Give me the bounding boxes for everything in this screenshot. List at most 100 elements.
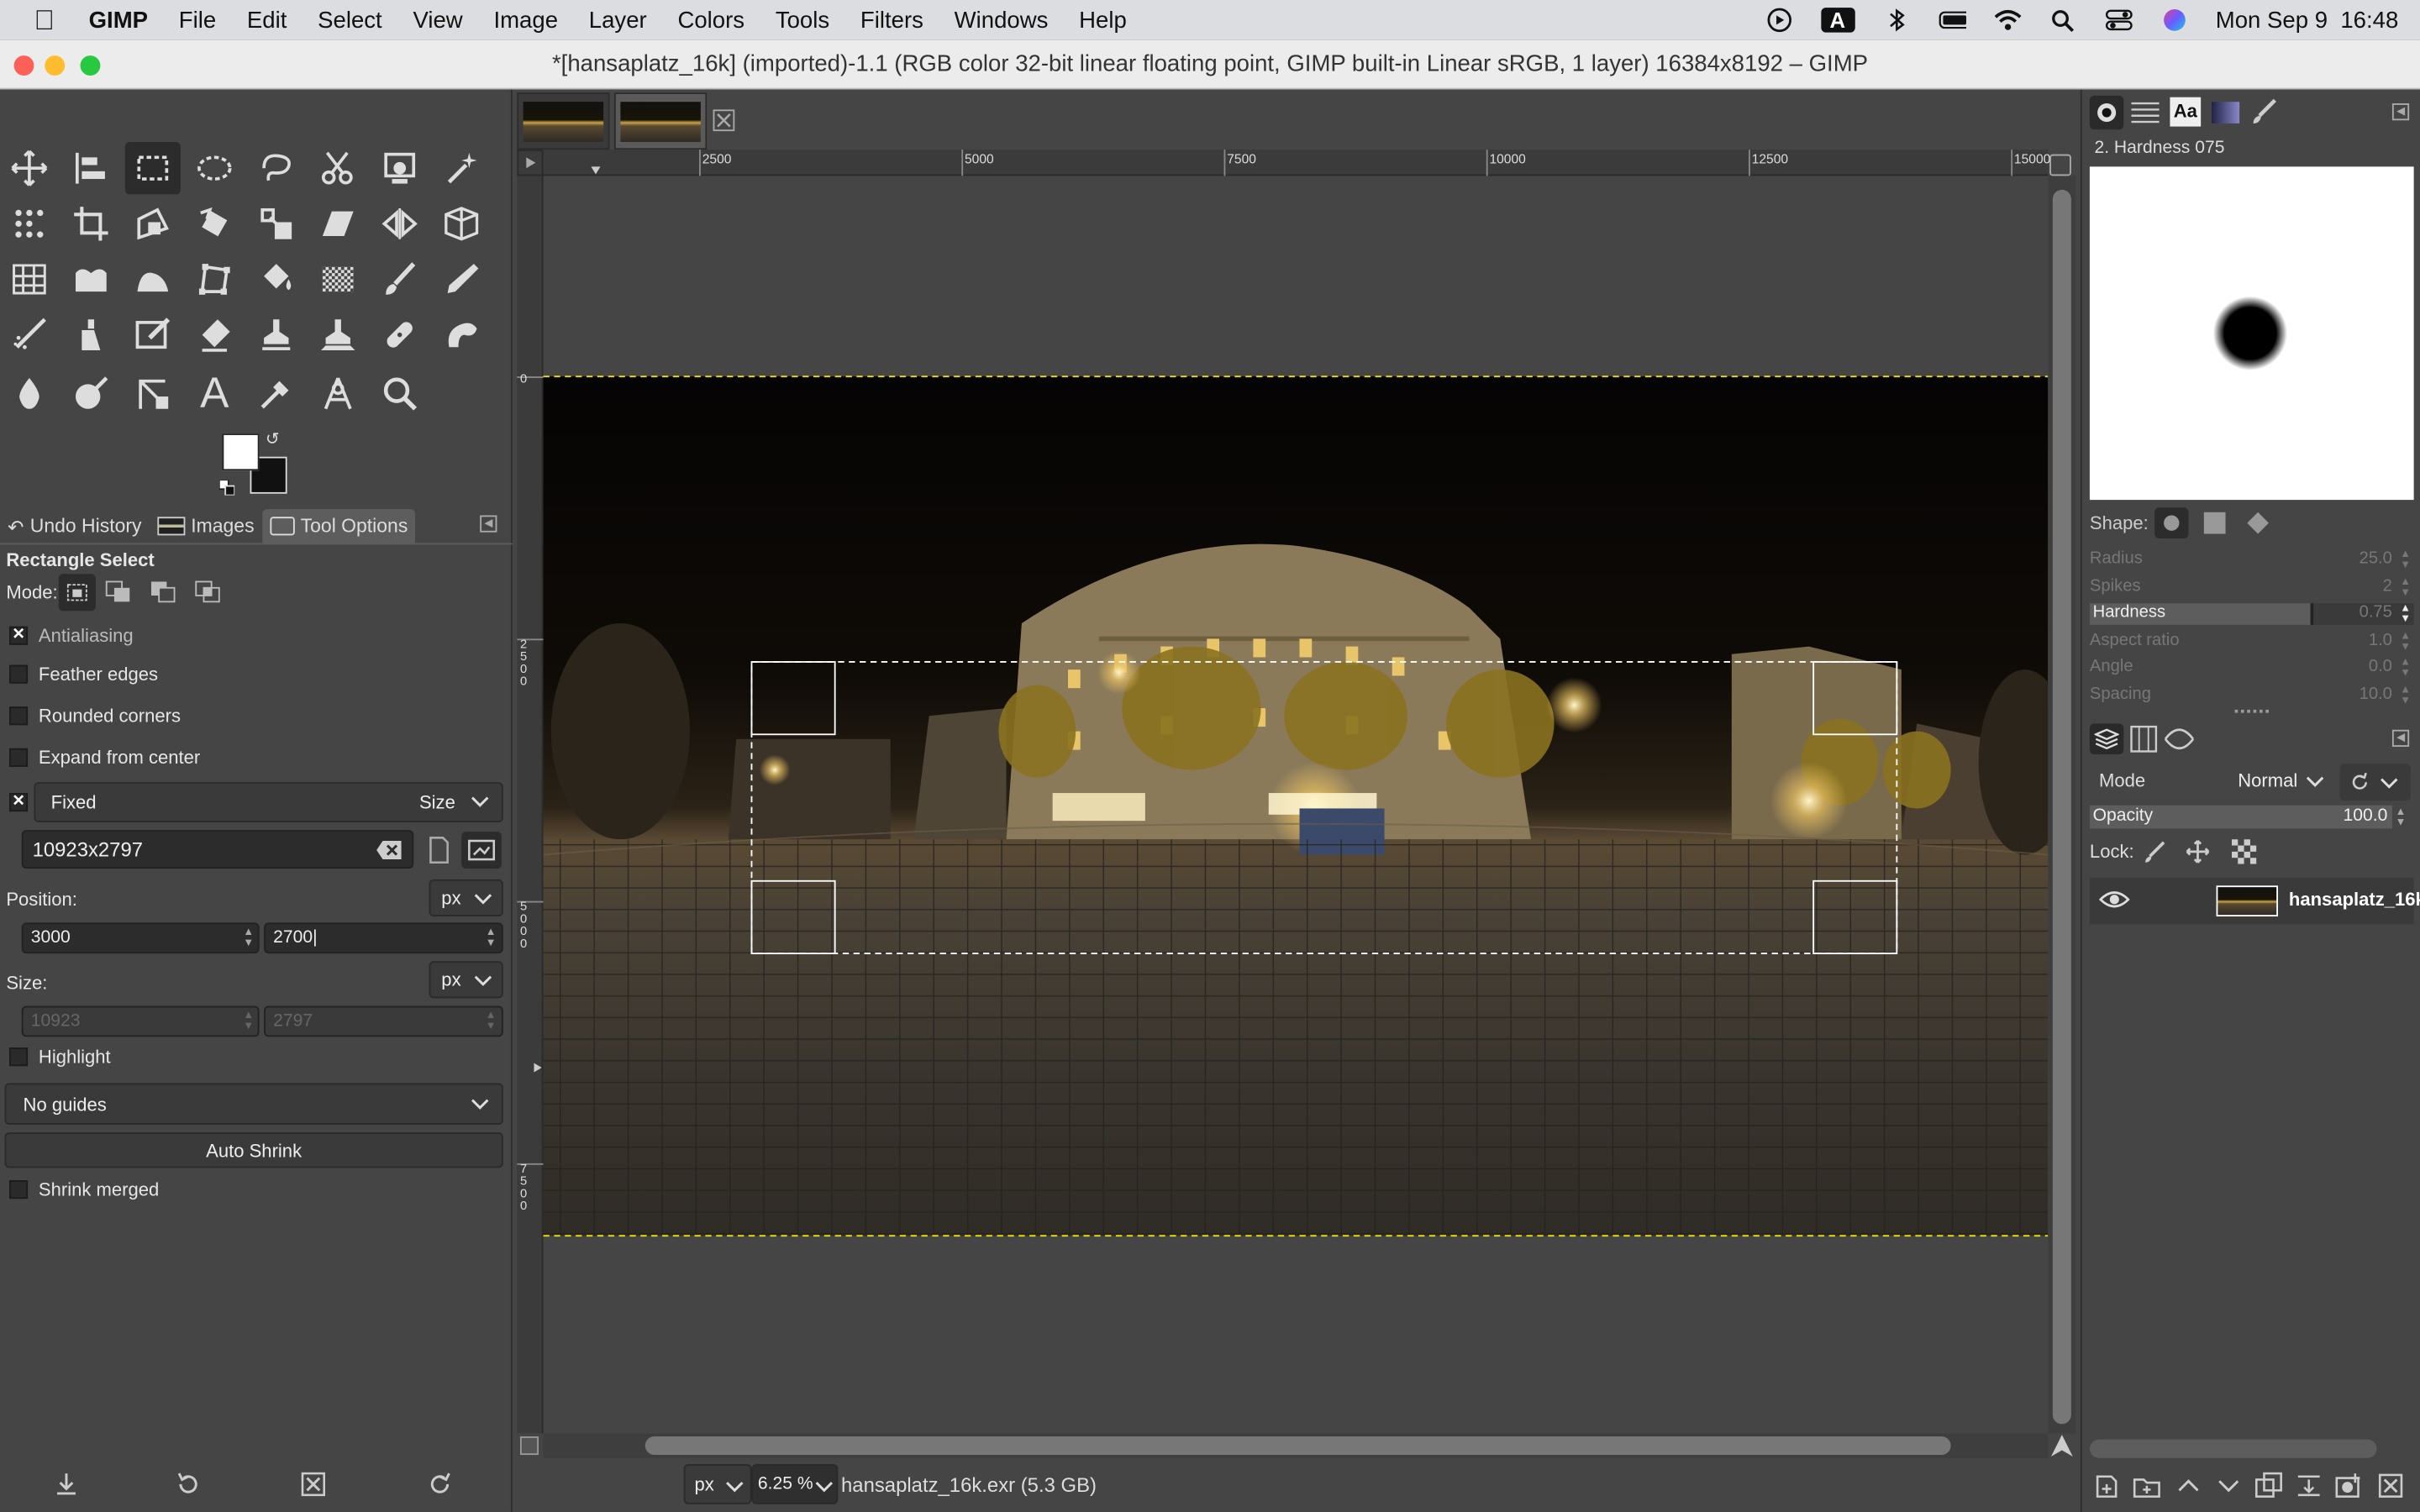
gradient-tool-icon[interactable] <box>310 253 366 305</box>
image-tab-1[interactable] <box>517 92 610 150</box>
heal-tool-icon[interactable] <box>372 308 428 360</box>
rounded-corners-checkbox[interactable] <box>9 706 29 726</box>
delete-tool-preset-icon[interactable] <box>299 1470 327 1498</box>
apple-icon[interactable]:  <box>0 4 73 37</box>
brush-hardness-slider[interactable]: Hardness 0.75 ▲ ▼ <box>2089 603 2414 625</box>
default-colors-icon[interactable] <box>218 475 236 496</box>
menu-edit[interactable]: Edit <box>232 7 302 33</box>
smudge-tool-icon[interactable] <box>434 308 489 360</box>
brush-radius-slider[interactable]: Radius 25.0 ▲ ▼ <box>2090 549 2414 571</box>
vertical-scrollbar-thumb[interactable] <box>2052 189 2071 1425</box>
horizontal-scrollbar-thumb[interactable] <box>644 1436 1951 1456</box>
guides-combo[interactable]: No guides <box>4 1083 503 1125</box>
scale-tool-icon[interactable] <box>249 197 304 249</box>
channels-tab[interactable] <box>2130 725 2158 753</box>
gegl-operation-tool-icon[interactable] <box>310 367 366 419</box>
eraser-tool-icon[interactable] <box>187 308 242 360</box>
brush-spikes-slider[interactable]: Spikes 2 ▲ ▼ <box>2090 577 2414 599</box>
highlight-checkbox[interactable] <box>9 1047 29 1067</box>
position-x-spin-icon[interactable]: ▲ ▼ <box>239 927 258 949</box>
visibility-eye-icon[interactable] <box>2098 887 2130 920</box>
expand-from-center-checkbox[interactable] <box>9 748 29 767</box>
layer-mode-combo[interactable]: Normal <box>2090 762 2333 799</box>
new-layer-icon[interactable] <box>2093 1472 2121 1499</box>
paint-dynamics-tab[interactable] <box>2250 97 2278 125</box>
swap-colors-icon[interactable]: ↺ <box>266 429 280 449</box>
merge-layer-icon[interactable] <box>2295 1472 2323 1499</box>
ruler-corner[interactable] <box>517 150 544 176</box>
menu-tools[interactable]: Tools <box>760 7 844 33</box>
color-picker-tool-icon[interactable] <box>249 367 304 419</box>
flip-tool-icon[interactable] <box>372 197 428 249</box>
reset-tool-options-icon[interactable] <box>426 1470 454 1498</box>
vertical-scrollbar[interactable] <box>2048 176 2076 1434</box>
horizontal-scrollbar[interactable] <box>543 1433 2049 1458</box>
lower-layer-icon[interactable] <box>2215 1472 2243 1499</box>
portrait-landscape-icon[interactable] <box>424 837 452 864</box>
mode-replace-button[interactable] <box>58 574 96 612</box>
battery-icon[interactable] <box>1938 8 1966 32</box>
layers-tab[interactable] <box>2089 723 2124 755</box>
cage-transform-tool-icon[interactable] <box>2 253 57 305</box>
use-current-selection-icon[interactable] <box>461 831 502 869</box>
position-x-input[interactable]: 3000 <box>21 922 260 954</box>
layer-name[interactable]: hansaplatz_16k <box>2289 889 2420 911</box>
quick-mask-icon[interactable] <box>519 1436 539 1456</box>
brush-angle-slider[interactable]: Angle 0.0 ▲ ▼ <box>2090 657 2414 679</box>
move-tool-icon[interactable] <box>2 142 57 194</box>
dock-menu-icon[interactable]: ◀ <box>2391 729 2410 747</box>
panel-resize-handle[interactable] <box>2234 709 2269 716</box>
navigate-icon[interactable] <box>2049 154 2071 176</box>
tab-tool-options[interactable]: Tool Options <box>261 509 416 543</box>
minimize-window-button[interactable] <box>45 55 66 76</box>
screen-recording-icon[interactable] <box>1765 8 1792 33</box>
image-canvas[interactable] <box>543 176 2049 1434</box>
fixed-size-input[interactable]: 10923x2797 <box>21 830 414 869</box>
tab-undo-history[interactable]: ↶ Undo History <box>0 509 150 543</box>
select-by-color-tool-icon[interactable] <box>2 197 57 249</box>
zoom-window-button[interactable] <box>80 55 101 76</box>
lock-position-icon[interactable] <box>2186 839 2210 864</box>
brush-spacing-slider[interactable]: Spacing 10.0 ▲ ▼ <box>2090 685 2414 707</box>
foreground-color-swatch[interactable] <box>222 433 260 471</box>
menu-help[interactable]: Help <box>1064 7 1142 33</box>
position-y-spin-icon[interactable]: ▲ ▼ <box>481 927 500 949</box>
menu-app-gimp[interactable]: GIMP <box>73 7 163 33</box>
siri-icon[interactable] <box>2160 8 2188 32</box>
fonts-tab[interactable]: Aa <box>2170 97 2202 127</box>
layer-chain-toggle[interactable] <box>2145 885 2207 916</box>
close-image-tab-icon[interactable] <box>713 109 735 132</box>
handle-transform-tool-icon[interactable] <box>125 253 181 305</box>
zoom-to-fit-icon[interactable] <box>2049 1433 2074 1457</box>
mode-subtract-button[interactable] <box>150 580 177 605</box>
align-tool-icon[interactable] <box>63 142 118 194</box>
crop-tool-icon[interactable] <box>63 197 118 249</box>
menu-filters[interactable]: Filters <box>845 7 939 33</box>
paintbrush-tool-icon[interactable] <box>372 253 428 305</box>
fixed-mode-combo[interactable]: Fixed Size <box>34 782 503 822</box>
airbrush-tool-icon[interactable] <box>2 308 57 360</box>
menubar-clock[interactable]: Mon Sep 9 16:48 <box>2216 7 2399 33</box>
status-unit-combo[interactable]: px <box>683 1464 752 1504</box>
fixed-checkbox[interactable]: ✕ <box>9 793 29 812</box>
menu-image[interactable]: Image <box>478 7 573 33</box>
scissors-select-tool-icon[interactable] <box>310 142 366 194</box>
delete-layer-icon[interactable] <box>2377 1472 2405 1499</box>
menu-colors[interactable]: Colors <box>662 7 760 33</box>
dock-menu-icon[interactable]: ◀ <box>2391 103 2410 121</box>
lock-alpha-icon[interactable] <box>2231 839 2257 864</box>
mode-add-button[interactable] <box>105 580 133 605</box>
dock-menu-icon[interactable]: ◀ <box>480 515 497 533</box>
menu-file[interactable]: File <box>163 7 231 33</box>
mode-intersect-button[interactable] <box>194 580 222 605</box>
spotlight-search-icon[interactable] <box>2049 8 2076 32</box>
dodge-burn-tool-icon[interactable] <box>63 367 118 419</box>
shape-diamond-button[interactable] <box>2247 512 2269 534</box>
brush-aspect-ratio-slider[interactable]: Aspect ratio 1.0 ▲ ▼ <box>2090 631 2414 653</box>
pencil-tool-icon[interactable] <box>434 253 489 305</box>
image-tab-2[interactable] <box>614 92 708 150</box>
bucket-fill-tool-icon[interactable] <box>249 253 304 305</box>
brushes-tab[interactable] <box>2089 95 2124 130</box>
shear-tool-icon[interactable] <box>310 197 366 249</box>
add-layer-mask-icon[interactable] <box>2335 1472 2363 1499</box>
